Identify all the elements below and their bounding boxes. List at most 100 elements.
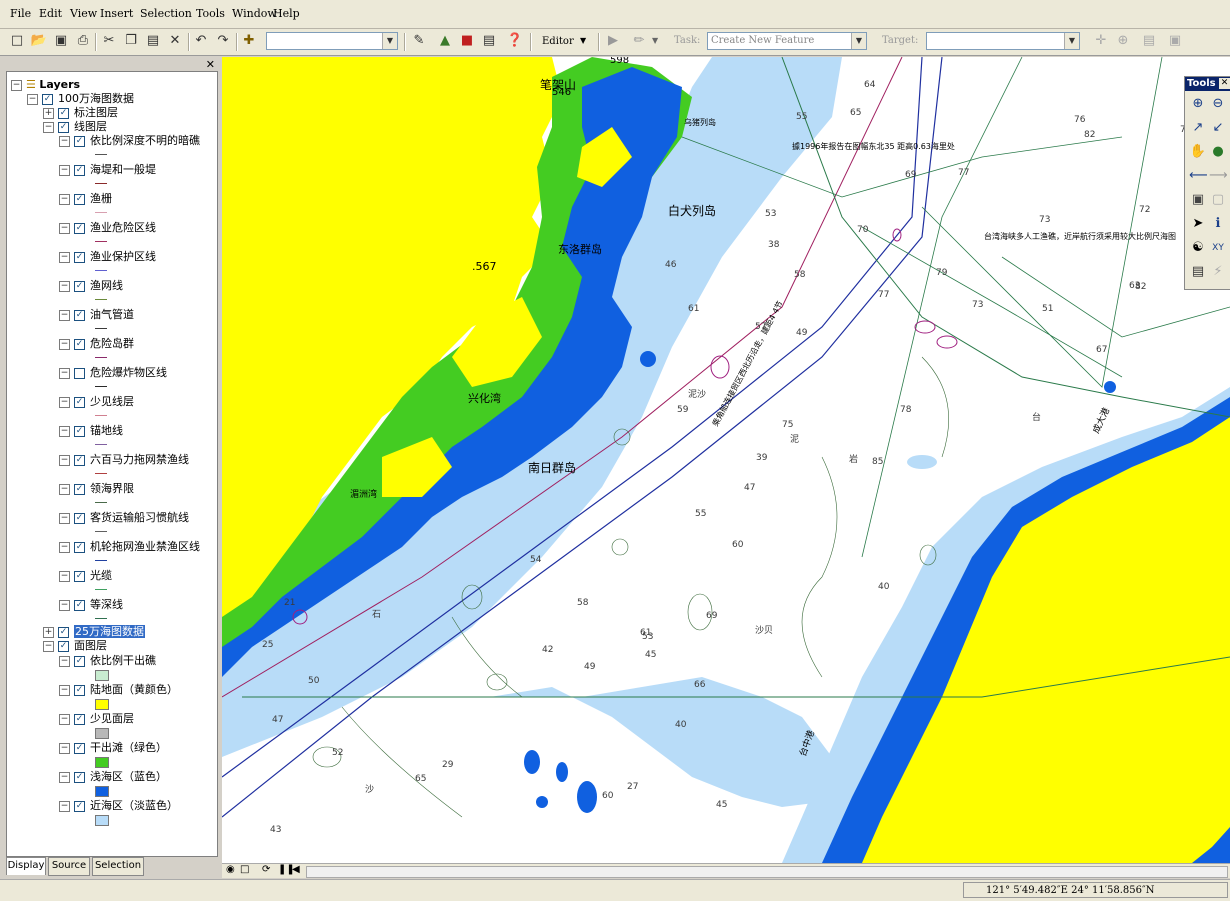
close-icon[interactable]: ✕	[206, 58, 215, 71]
line-layer-item[interactable]: − ✓ 依比例深度不明的暗礁	[59, 134, 200, 148]
line-layer-item[interactable]: − ✓ 少见线层	[59, 395, 134, 409]
line-layer-item[interactable]: − ✓ 渔网线	[59, 279, 123, 293]
line-layer-item[interactable]: − ✓ 油气管道	[59, 308, 134, 322]
menu-help[interactable]: Help	[273, 7, 300, 20]
print-icon[interactable]: ⎙	[74, 32, 92, 50]
polygon-layer-item[interactable]: − ✓ 依比例干出礁	[59, 654, 156, 668]
line-layer-item[interactable]: − ✓ 领海界限	[59, 482, 134, 496]
add-data-icon[interactable]: ✚	[240, 32, 258, 50]
line-layer-item[interactable]: − ✓ 等深线	[59, 598, 123, 612]
fixed-zoom-in-icon[interactable]: ↗	[1189, 119, 1207, 137]
menu-window[interactable]: Window	[232, 7, 277, 20]
refresh-icon[interactable]: ⟳	[262, 864, 270, 875]
menu-view[interactable]: View	[70, 7, 97, 20]
line-layer-item[interactable]: − ✓ 锚地线	[59, 424, 123, 438]
fixed-zoom-out-icon[interactable]: ↙	[1209, 119, 1227, 137]
polygon-layer-item[interactable]: − ✓ 陆地面（黄颜色）	[59, 683, 178, 697]
zoom-out-icon[interactable]: ⊖	[1209, 95, 1227, 113]
tab-source[interactable]: Source	[48, 857, 90, 876]
arccatalog-icon[interactable]: ■	[458, 32, 476, 50]
line-layer-item[interactable]: − ✓ 渔栅	[59, 192, 112, 206]
find-binoculars-icon[interactable]: ☯	[1189, 239, 1207, 257]
go-to-xy-icon[interactable]: XY	[1209, 239, 1227, 257]
toolbox-window-icon[interactable]: ▤	[480, 32, 498, 50]
open-folder-icon[interactable]: 📂	[30, 32, 48, 50]
tab-display[interactable]: Display	[6, 857, 46, 875]
line-layer-item[interactable]: − ✓ 客货运输船习惯航线	[59, 511, 189, 525]
sketch-dropdown-icon[interactable]: ▼	[652, 36, 658, 45]
layers-root[interactable]: − ☰ Layers	[11, 78, 80, 92]
clear-selection-icon[interactable]: ▢	[1209, 191, 1227, 209]
editor-toolbar-icon[interactable]: ✎	[410, 32, 428, 50]
select-features-icon[interactable]: ▣	[1189, 191, 1207, 209]
target-combo[interactable]: ▼	[926, 32, 1080, 50]
zoom-in-icon[interactable]: ⊕	[1189, 95, 1207, 113]
line-layer-item[interactable]: − ✓ 渔业危险区线	[59, 221, 156, 235]
close-icon[interactable]: ✕	[1219, 78, 1230, 89]
line-layer-item[interactable]: − ✓ 机轮拖网渔业禁渔区线	[59, 540, 200, 554]
line-symbol	[95, 502, 107, 503]
cut-icon[interactable]: ✂	[100, 32, 118, 50]
group-100w[interactable]: − ✓ 100万海图数据	[27, 92, 134, 106]
menu-tools[interactable]: Tools	[196, 7, 225, 20]
menu-insert[interactable]: Insert	[100, 7, 133, 20]
map-label: 湄洲湾	[350, 488, 377, 500]
sketch-tool-icon[interactable]: ✏	[630, 32, 648, 50]
redo-icon[interactable]: ↷	[214, 32, 232, 50]
line-layer-item[interactable]: − ✓ 海堤和一般堤	[59, 163, 156, 177]
polygon-layer-item[interactable]: − ✓ 近海区（淡蓝色）	[59, 799, 178, 813]
polygon-layer-item[interactable]: − ✓ 干出滩（绿色）	[59, 741, 167, 755]
line-layer-item[interactable]: − ✓ 六百马力拖网禁渔线	[59, 453, 189, 467]
full-extent-globe-icon[interactable]: ●	[1209, 143, 1227, 161]
paste-icon[interactable]: ▤	[144, 32, 162, 50]
forward-extent-icon[interactable]: ⟶	[1209, 167, 1228, 185]
menu-edit[interactable]: Edit	[39, 7, 62, 20]
data-view-icon[interactable]: ◉	[226, 864, 235, 875]
scroll-left-icon[interactable]: ◀	[292, 864, 300, 875]
menu-file[interactable]: File	[10, 7, 31, 20]
line-layer-item[interactable]: − ✓ 危险岛群	[59, 337, 134, 351]
depth-sounding: 29	[442, 760, 454, 770]
horizontal-scrollbar[interactable]	[306, 866, 1228, 878]
annotation-layer[interactable]: + ✓ 标注图层	[43, 106, 118, 120]
tab-selection[interactable]: Selection	[92, 857, 144, 876]
identify-icon[interactable]: ℹ	[1209, 215, 1227, 233]
group-25w[interactable]: + ✓ 25万海图数据	[43, 625, 145, 639]
line-symbol	[95, 560, 107, 561]
task-combo[interactable]: Create New Feature ▼	[707, 32, 867, 50]
editor-menu[interactable]: Editor	[542, 36, 574, 47]
depth-sounding: 77	[878, 290, 889, 300]
polygon-layer-item[interactable]: − ✓ 浅海区（蓝色）	[59, 770, 167, 784]
sketch-properties-icon[interactable]: ▣	[1166, 32, 1184, 50]
select-elements-icon[interactable]: ➤	[1189, 215, 1207, 233]
depth-sounding: 53	[765, 209, 776, 219]
menu-selection[interactable]: Selection	[140, 7, 192, 20]
nautical-chart[interactable]: 笔架山白犬列岛东洛群岛南日群岛兴化湾湄洲湾乌猪列岛據1996年报告在图幅东北35…	[222, 57, 1230, 863]
arctoolbox-icon[interactable]: ▲	[436, 32, 454, 50]
copy-icon[interactable]: ❐	[122, 32, 140, 50]
line-group[interactable]: − ✓ 线图层	[43, 120, 107, 134]
split-tool-icon[interactable]: ✛	[1092, 32, 1110, 50]
save-icon[interactable]: ▣	[52, 32, 70, 50]
polygon-group[interactable]: − ✓ 面图层	[43, 639, 107, 653]
whats-this-icon[interactable]: ❓	[506, 32, 524, 50]
new-document-icon[interactable]: □	[8, 32, 26, 50]
layout-view-icon[interactable]: □	[240, 864, 249, 875]
line-layer-item[interactable]: − 危险爆炸物区线	[59, 366, 167, 380]
back-extent-icon[interactable]: ⟵	[1189, 167, 1208, 185]
polygon-layer-item[interactable]: − ✓ 少见面层	[59, 712, 134, 726]
delete-icon[interactable]: ✕	[166, 32, 184, 50]
edit-tool-icon[interactable]: ▶	[604, 32, 622, 50]
line-layer-item[interactable]: − ✓ 渔业保护区线	[59, 250, 156, 264]
chevron-down-icon[interactable]: ▼	[580, 36, 586, 45]
rotate-tool-icon[interactable]: ⊕	[1114, 32, 1132, 50]
measure-icon[interactable]: ▤	[1189, 263, 1207, 281]
hyperlink-icon[interactable]: ⚡	[1209, 263, 1227, 281]
attributes-icon[interactable]: ▤	[1140, 32, 1158, 50]
map-view[interactable]: 笔架山 白犬列岛 东洛群岛 南日群岛 兴化湾 湄洲湾 乌猪列岛 據1996年报告在图幅东北35…	[222, 57, 1230, 863]
line-layer-item[interactable]: − ✓ 光缆	[59, 569, 112, 583]
map-scale-combo[interactable]: ▼	[266, 32, 398, 50]
map-label: 據1996年报告在图幅东北35 距高0.63海里处	[792, 141, 955, 151]
pan-hand-icon[interactable]: ✋	[1189, 143, 1207, 161]
undo-icon[interactable]: ↶	[192, 32, 210, 50]
